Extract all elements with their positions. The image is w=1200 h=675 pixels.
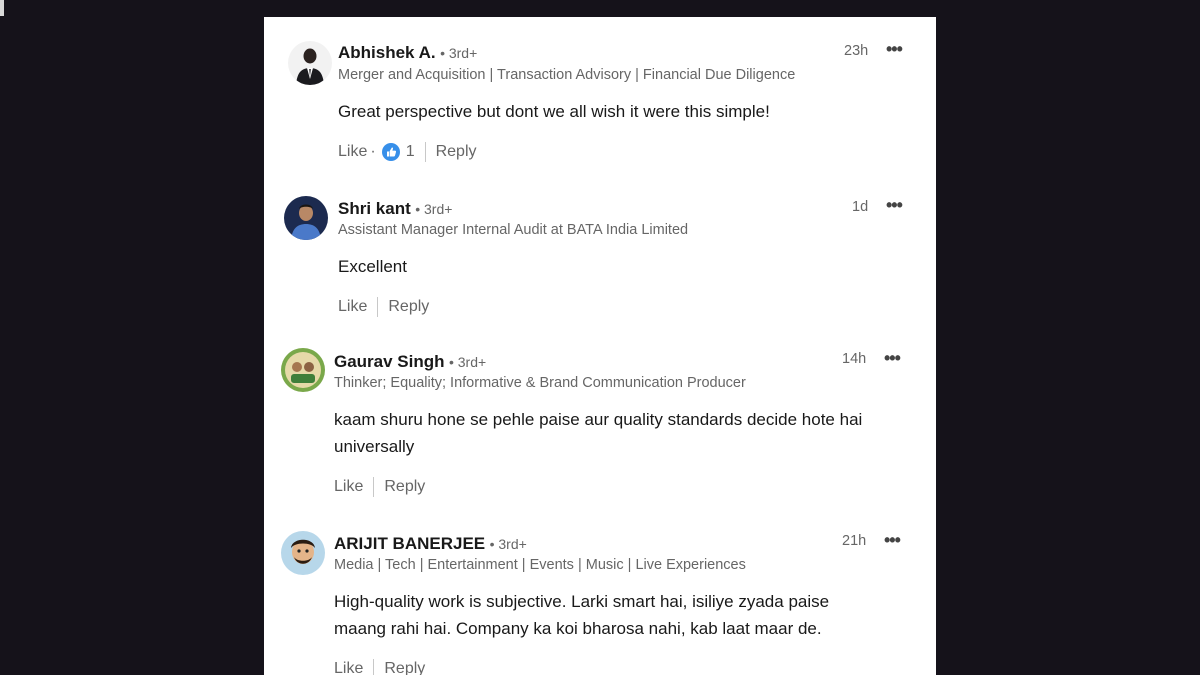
screen-edge-marker — [0, 0, 4, 16]
connection-degree: • 3rd+ — [440, 45, 478, 61]
avatar[interactable] — [288, 41, 332, 85]
comment-actions: Like Reply — [334, 477, 425, 497]
reply-button[interactable]: Reply — [388, 297, 429, 317]
ellipsis-icon[interactable]: ••• — [884, 531, 901, 549]
author-headline: Thinker; Equality; Informative & Brand C… — [334, 375, 746, 391]
author-headline: Media | Tech | Entertainment | Events | … — [334, 557, 746, 573]
like-button[interactable]: Like — [338, 142, 367, 162]
author-name[interactable]: Shri kant — [338, 199, 411, 218]
reaction-count[interactable]: 1 — [406, 142, 415, 162]
comment-actions: Like Reply — [334, 659, 425, 675]
comment-timestamp: 21h — [842, 533, 867, 549]
comments-panel-bottom: Gaurav Singh • 3rd+ Thinker; Equality; I… — [264, 332, 936, 675]
comment-text: kaam shuru hone se pehle paise aur quali… — [334, 406, 862, 460]
like-button[interactable]: Like — [334, 477, 363, 497]
comment-actions: Like · 1 Reply — [338, 142, 477, 162]
author-name[interactable]: Gaurav Singh — [334, 352, 445, 371]
comment-abhishek: Abhishek A. • 3rd+ Merger and Acquisitio… — [264, 17, 936, 177]
avatar-photo — [281, 531, 325, 575]
avatar[interactable] — [281, 348, 325, 392]
author-line: Gaurav Singh • 3rd+ — [334, 352, 486, 373]
comment-actions: Like Reply — [338, 297, 429, 317]
comment-text-line: kaam shuru hone se pehle paise aur quali… — [334, 410, 863, 429]
ellipsis-icon[interactable]: ••• — [886, 196, 903, 214]
comments-panel-top: Abhishek A. • 3rd+ Merger and Acquisitio… — [264, 17, 936, 332]
connection-degree: • 3rd+ — [415, 201, 453, 217]
author-line: ARIJIT BANERJEE • 3rd+ — [334, 534, 527, 555]
comment-shri-kant: Shri kant • 3rd+ Assistant Manager Inter… — [264, 173, 936, 332]
reply-button[interactable]: Reply — [384, 477, 425, 497]
author-name[interactable]: ARIJIT BANERJEE — [334, 534, 485, 553]
like-reaction-icon[interactable] — [381, 143, 400, 161]
comment-text: High-quality work is subjective. Larki s… — [334, 588, 829, 642]
reply-button[interactable]: Reply — [384, 659, 425, 675]
avatar[interactable] — [284, 196, 328, 240]
like-button[interactable]: Like — [338, 297, 367, 317]
separator-dot: · — [370, 143, 376, 160]
author-headline: Merger and Acquisition | Transaction Adv… — [338, 67, 796, 83]
action-divider — [373, 477, 375, 497]
comment-text: Excellent — [338, 257, 407, 276]
action-divider — [424, 142, 426, 162]
comment-text: Great perspective but dont we all wish i… — [338, 102, 770, 121]
ellipsis-icon[interactable]: ••• — [886, 40, 903, 58]
avatar[interactable] — [281, 531, 325, 575]
comment-arijit-banerjee: ARIJIT BANERJEE • 3rd+ Media | Tech | En… — [264, 514, 936, 675]
action-divider — [373, 659, 375, 675]
comment-text-line: universally — [334, 437, 415, 456]
comment-gaurav-singh: Gaurav Singh • 3rd+ Thinker; Equality; I… — [264, 332, 936, 512]
author-line: Shri kant • 3rd+ — [338, 199, 452, 220]
author-headline: Assistant Manager Internal Audit at BATA… — [338, 222, 689, 238]
ellipsis-icon[interactable]: ••• — [884, 349, 901, 367]
avatar-photo — [288, 41, 332, 85]
connection-degree: • 3rd+ — [448, 354, 487, 370]
comment-timestamp: 14h — [842, 351, 867, 367]
avatar-photo — [281, 348, 325, 392]
reply-button[interactable]: Reply — [436, 142, 477, 162]
author-line: Abhishek A. • 3rd+ — [338, 43, 477, 64]
comment-text-line: High-quality work is subjective. Larki s… — [334, 592, 830, 611]
comment-timestamp: 23h — [844, 43, 869, 59]
avatar-photo — [284, 196, 328, 240]
comment-timestamp: 1d — [852, 199, 869, 215]
like-button[interactable]: Like — [334, 659, 363, 675]
author-name[interactable]: Abhishek A. — [338, 43, 436, 62]
comment-text-line: maang rahi hai. Company ka koi bharosa n… — [334, 619, 822, 638]
connection-degree: • 3rd+ — [489, 536, 527, 552]
action-divider — [377, 297, 379, 317]
